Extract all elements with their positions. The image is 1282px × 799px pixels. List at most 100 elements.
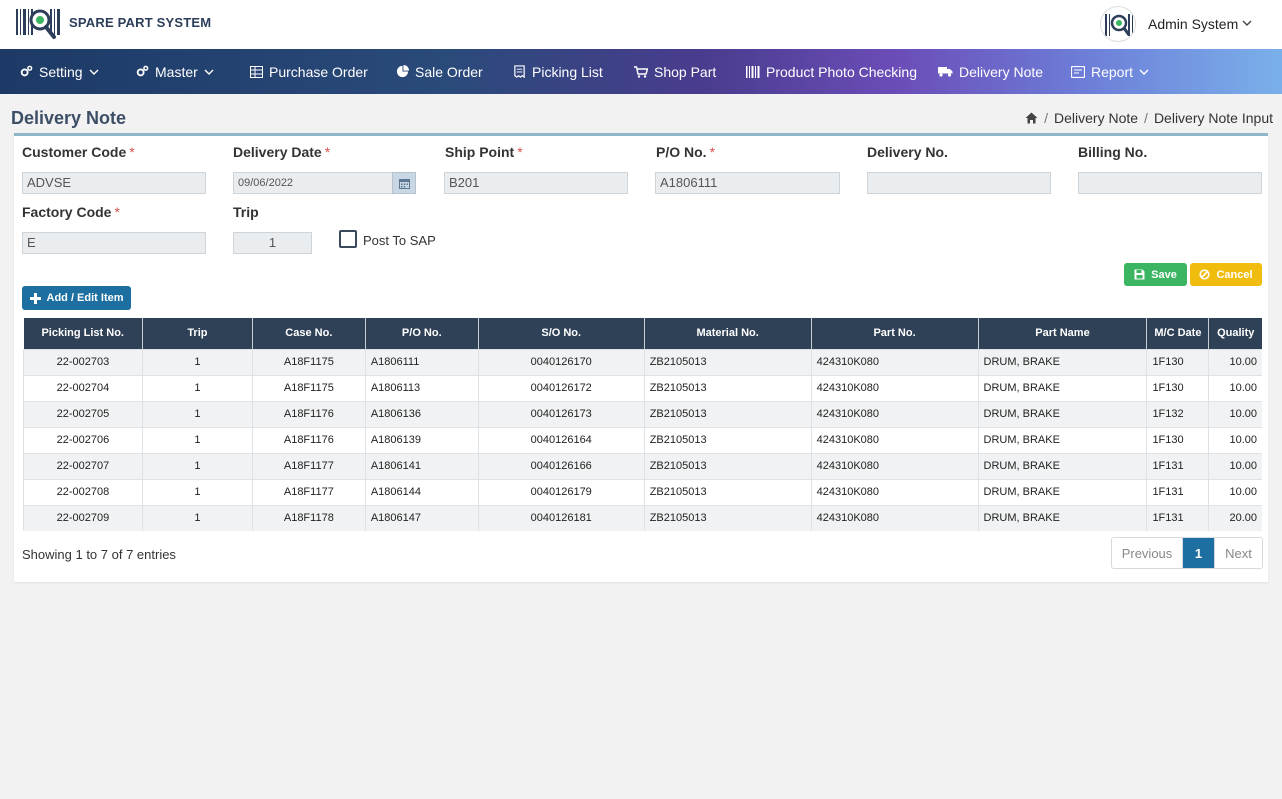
column-header-part-name[interactable]: Part Name [977,318,1147,349]
delivery-no-field[interactable] [867,172,1051,194]
table-row[interactable]: 22-002703 1 A18F1175 A1806111 0040126170… [23,348,1262,375]
table-row[interactable]: 22-002706 1 A18F1176 A1806139 0040126164… [23,426,1262,453]
billing-no-field[interactable] [1078,172,1262,194]
chevron-down-icon [89,69,99,75]
nav-picking-list[interactable]: Picking List [513,49,603,94]
post-to-sap-label[interactable]: Post To SAP [363,233,436,248]
cell-part-no: 424310K080 [810,374,979,401]
ship-point-label: Ship Point * [445,144,523,160]
user-name[interactable]: Admin System [1148,16,1238,32]
post-to-sap-checkbox[interactable] [339,230,357,248]
column-header-case-no[interactable]: Case No. [251,318,366,349]
cell-part-name: DRUM, BRAKE [977,504,1147,531]
cell-quality: 10.00 [1208,400,1262,427]
po-no-field[interactable]: A1806111 [655,172,840,194]
factory-code-label: Factory Code * [22,204,120,220]
nav-purchase-order-label: Purchase Order [269,63,368,80]
cell-so-no: 0040126172 [477,374,645,401]
cell-part-no: 424310K080 [810,400,979,427]
breadcrumb-separator: / [1044,110,1049,126]
customer-code-label: Customer Code * [22,144,135,160]
calendar-button[interactable] [392,172,416,194]
nav-purchase-order[interactable]: Purchase Order [250,49,368,94]
cell-po-no: A1806141 [364,452,479,479]
billing-no-label: Billing No. [1078,144,1148,160]
nav-product-photo-checking[interactable]: Product Photo Checking [746,49,917,94]
cell-case-no: A18F1175 [251,348,366,375]
cell-mc-date: 1F130 [1146,426,1209,453]
ship-point-field[interactable]: B201 [444,172,628,194]
pagination-next-button[interactable]: Next [1214,538,1262,568]
cell-so-no: 0040126181 [477,504,645,531]
table-info: Showing 1 to 7 of 7 entries [22,547,176,562]
factory-code-field[interactable]: E [22,232,206,254]
po-no-label: P/O No. * [656,144,716,160]
save-button[interactable]: Save [1124,263,1187,286]
cell-part-no: 424310K080 [810,504,979,531]
cell-trip: 1 [141,400,253,427]
cell-case-no: A18F1176 [251,426,366,453]
home-icon[interactable] [1025,112,1038,124]
table-row[interactable]: 22-002704 1 A18F1175 A1806113 0040126172… [23,374,1262,401]
cell-po-no: A1806111 [364,348,479,375]
page-title: Delivery Note [11,108,127,128]
nav-report-label: Report [1091,63,1134,80]
brand-title: SPARE PART SYSTEM [69,15,212,30]
cell-quality: 10.00 [1208,452,1262,479]
customer-code-field[interactable]: ADVSE [22,172,206,194]
chevron-down-icon[interactable] [1241,17,1253,29]
table-row[interactable]: 22-002709 1 A18F1178 A1806147 0040126181… [23,504,1262,531]
trip-field[interactable]: 1 [233,232,312,254]
cancel-button[interactable]: Cancel [1190,263,1262,286]
nav-sale-order[interactable]: Sale Order [396,49,483,94]
pagination-previous-button[interactable]: Previous [1112,538,1183,568]
chevron-down-icon [204,69,214,75]
nav-setting[interactable]: Setting [20,49,99,94]
nav-master[interactable]: Master [136,49,214,94]
cell-picking-list-no: 22-002703 [23,348,143,375]
column-header-mc-date[interactable]: M/C Date [1146,318,1209,349]
column-header-quality[interactable]: Quality [1208,318,1262,349]
pagination: Previous 1 Next [1111,537,1263,569]
column-header-so-no[interactable]: S/O No. [477,318,645,349]
plus-icon [29,292,41,304]
cell-trip: 1 [141,478,253,505]
column-header-part-no[interactable]: Part No. [810,318,979,349]
cell-part-name: DRUM, BRAKE [977,426,1147,453]
table-row[interactable]: 22-002707 1 A18F1177 A1806141 0040126166… [23,452,1262,479]
nav-shop-part-label: Shop Part [654,63,717,80]
cell-po-no: A1806136 [364,400,479,427]
pagination-page-button[interactable]: 1 [1183,538,1214,568]
user-avatar[interactable] [1100,6,1136,42]
barcode-magnifier-logo-icon[interactable] [14,6,62,40]
cell-material-no: ZB2105013 [643,400,812,427]
nav-delivery-note[interactable]: Delivery Note [938,49,1043,94]
delivery-date-field[interactable]: 09/06/2022 [233,172,393,194]
cell-material-no: ZB2105013 [643,504,812,531]
column-header-po-no[interactable]: P/O No. [364,318,479,349]
cell-mc-date: 1F131 [1146,452,1209,479]
table-icon [250,65,263,78]
column-header-material-no[interactable]: Material No. [643,318,812,349]
cell-quality: 10.00 [1208,348,1262,375]
nav-report[interactable]: Report [1071,49,1149,94]
add-edit-item-button[interactable]: Add / Edit Item [22,286,131,310]
table-row[interactable]: 22-002708 1 A18F1177 A1806144 0040126179… [23,478,1262,505]
chevron-down-icon [1139,69,1149,75]
cell-part-name: DRUM, BRAKE [977,478,1147,505]
cell-mc-date: 1F130 [1146,374,1209,401]
nav-shop-part[interactable]: Shop Part [634,49,716,94]
breadcrumb-delivery-note[interactable]: Delivery Note [1054,110,1138,126]
main-navbar: Setting Master Purchase Order Sale Order [0,49,1282,94]
breadcrumb-separator: / [1144,110,1148,126]
breadcrumb: / Delivery Note / Delivery Note Input [1025,110,1273,126]
nav-setting-label: Setting [39,63,83,80]
cell-picking-list-no: 22-002707 [23,452,143,479]
cell-quality: 10.00 [1208,478,1262,505]
column-header-trip[interactable]: Trip [141,318,253,349]
nav-sale-order-label: Sale Order [415,63,483,80]
table-row[interactable]: 22-002705 1 A18F1176 A1806136 0040126173… [23,400,1262,427]
floppy-disk-icon [1134,269,1145,280]
column-header-picking-list-no[interactable]: Picking List No. [23,318,143,349]
cell-trip: 1 [141,426,253,453]
